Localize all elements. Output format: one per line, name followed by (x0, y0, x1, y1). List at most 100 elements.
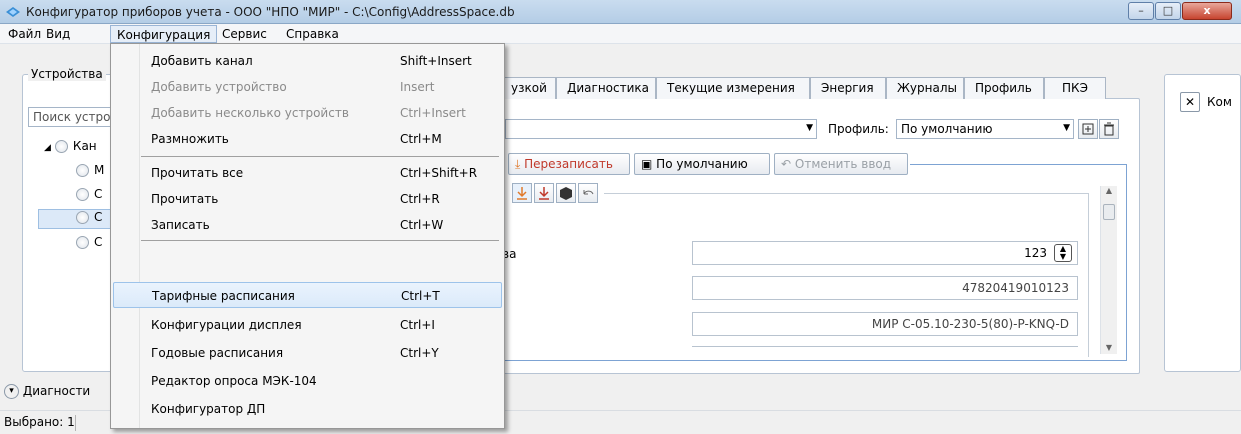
tree-node-device-selected[interactable]: С (38, 209, 118, 229)
download-icon: ⤓ (515, 157, 521, 171)
menu-dp-configurator[interactable]: Конфигуратор ДП (113, 396, 502, 422)
tab-load[interactable]: узкой (500, 77, 556, 99)
box-icon (560, 187, 572, 200)
add-profile-button[interactable] (1078, 119, 1098, 139)
tree-node-device[interactable]: М (76, 163, 104, 183)
menu-item-label: Добавить несколько устройств (151, 106, 349, 120)
menu-item-shortcut: Ctrl+M (400, 132, 442, 146)
close-icon[interactable]: ✕ (1180, 92, 1200, 112)
menu-read[interactable]: Прочитать Ctrl+R (113, 186, 502, 212)
menu-item-shortcut: Ctrl+Insert (400, 106, 466, 120)
tab-journals[interactable]: Журналы (886, 77, 964, 99)
status-separator (75, 415, 76, 431)
tab-profile[interactable]: Профиль (964, 77, 1044, 99)
menu-item-shortcut: Ctrl+Y (400, 346, 439, 360)
menu-item-label: Тарифные расписания (152, 289, 295, 303)
menu-add-channel[interactable]: Добавить канал Shift+Insert (113, 48, 502, 74)
tab-pke[interactable]: ПКЭ (1044, 77, 1106, 99)
menu-add-multiple-devices[interactable]: Добавить несколько устройств Ctrl+Insert (113, 100, 502, 126)
download-icon (539, 187, 549, 200)
menu-add-device[interactable]: Добавить устройство Insert (113, 74, 502, 100)
address-field[interactable]: 123 (692, 241, 1078, 265)
menu-item-label: Прочитать (151, 192, 219, 206)
radio-icon (76, 188, 89, 201)
tab-current-measurements[interactable]: Текущие измерения (656, 77, 810, 99)
scroll-down-icon[interactable]: ▼ (1101, 343, 1117, 352)
radio-icon (76, 164, 89, 177)
profile-value: По умолчанию (901, 122, 993, 136)
menu-duplicate[interactable]: Размножить Ctrl+M (113, 126, 502, 152)
menu-iec104-editor[interactable]: Редактор опроса МЭК-104 (113, 368, 502, 394)
defaults-button[interactable]: ▣ По умолчанию (634, 153, 770, 175)
commands-label: Ком (1207, 95, 1232, 109)
menu-view[interactable]: Вид (40, 25, 76, 43)
menu-write[interactable]: Записать Ctrl+W (113, 212, 502, 238)
tree-node-label: М (94, 163, 105, 177)
menu-item-label: Добавить устройство (151, 80, 287, 94)
tree-node-label: Кан (72, 139, 97, 153)
menu-item-shortcut: Ctrl+I (400, 318, 435, 332)
rewrite-label: Перезаписать (524, 157, 613, 171)
menu-item-shortcut: Ctrl+T (401, 289, 440, 303)
rewrite-button[interactable]: ⤓ Перезаписать (508, 153, 630, 175)
configuration-menu: Добавить канал Shift+Insert Добавить устр… (110, 43, 505, 429)
box-icon: ▣ (641, 157, 653, 171)
profile-label: Профиль: (828, 122, 889, 136)
serial-number-field[interactable]: 47820419010123 (692, 276, 1078, 300)
inner-group-line (604, 193, 1088, 194)
tree-node-label: С (94, 210, 103, 224)
tree-node-label: С (94, 235, 103, 249)
cancel-input-button[interactable]: ↶ Отменить ввод (774, 153, 908, 175)
menu-read-all[interactable]: Прочитать все Ctrl+Shift+R (113, 160, 502, 186)
app-icon (6, 7, 20, 17)
menu-annual-schedules[interactable]: Годовые расписания Ctrl+Y (113, 340, 502, 366)
defaults-label: По умолчанию (656, 157, 748, 171)
radio-icon (76, 236, 89, 249)
model-field[interactable]: МИР С-05.10-230-5(80)-P-KNQ-D (692, 312, 1078, 336)
tree-node-channel[interactable]: ◢ Кан (44, 139, 97, 159)
add-profile-icon (1082, 123, 1094, 135)
menu-item-label: Конфигуратор ДП (151, 402, 266, 416)
profile-dropdown[interactable]: По умолчанию ▼ (896, 119, 1074, 139)
radio-icon (54, 140, 68, 153)
minimize-button[interactable]: – (1128, 2, 1154, 20)
inner-group-line (1088, 193, 1089, 357)
menu-configuration[interactable]: Конфигурация (110, 25, 218, 43)
maximize-button[interactable]: □ (1155, 2, 1181, 20)
vertical-scrollbar[interactable]: ▲ ▼ (1100, 186, 1117, 354)
chevron-down-icon: ▼ (806, 123, 813, 133)
scroll-up-icon[interactable]: ▲ (1101, 186, 1117, 195)
undo-icon-button[interactable] (578, 183, 598, 203)
device-select-dropdown[interactable]: ▼ (505, 119, 817, 139)
menu-item-label: Редактор опроса МЭК-104 (151, 374, 317, 388)
tab-diagnostics[interactable]: Диагностика (556, 77, 656, 99)
window-title: Конфигуратор приборов учета - ООО "НПО "… (26, 5, 515, 19)
tree-node-device[interactable]: С (76, 235, 102, 255)
menu-item-label: Записать (151, 218, 210, 232)
app-window: Конфигуратор приборов учета - ООО "НПО "… (0, 0, 1241, 434)
menu-item-label: Размножить (151, 132, 229, 146)
menu-item-shortcut: Insert (400, 80, 435, 94)
read-icon-button[interactable] (512, 183, 532, 203)
menu-display-configurations[interactable]: Конфигурации дисплея Ctrl+I (113, 312, 502, 338)
diagnostics-label: Диагности (22, 384, 91, 398)
tab-energy[interactable]: Энергия (810, 77, 886, 99)
defaults-icon-button[interactable] (556, 183, 576, 203)
scroll-thumb[interactable] (1103, 204, 1115, 220)
menu-help[interactable]: Справка (280, 25, 345, 43)
menu-tariff-schedules[interactable]: Тарифные расписания Ctrl+T (113, 282, 502, 308)
menu-service[interactable]: Сервис (216, 25, 273, 43)
section-line (1126, 164, 1127, 360)
close-button[interactable]: x (1182, 2, 1232, 20)
menu-item-shortcut: Shift+Insert (400, 54, 472, 68)
write-icon-button[interactable] (534, 183, 554, 203)
spinner-icon[interactable]: ▲ ▼ (1054, 244, 1072, 262)
tree-expander-icon[interactable]: ◢ (44, 143, 51, 153)
download-icon (517, 187, 527, 200)
tree-node-device[interactable]: С (76, 187, 102, 207)
next-field-partial (692, 346, 1078, 354)
menu-item-label: Добавить канал (151, 54, 253, 68)
delete-profile-button[interactable] (1099, 119, 1119, 139)
diagnostics-expander[interactable]: ▾ Диагности (4, 384, 90, 399)
trash-icon (1104, 122, 1114, 136)
